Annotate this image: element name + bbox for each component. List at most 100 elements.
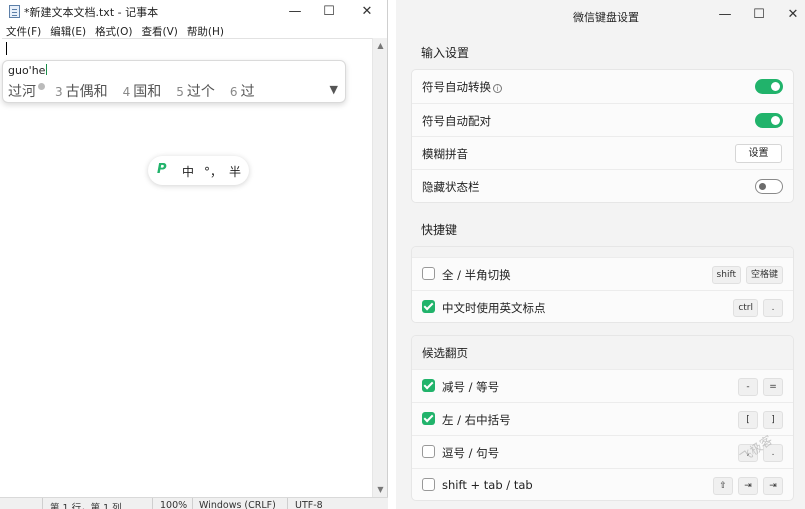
fuzzy-pinyin-settings-button[interactable]: 设置 — [735, 144, 782, 163]
paging-keys: [ ] — [733, 411, 783, 429]
setting-row-auto-pair: 符号自动配对 — [412, 103, 793, 136]
settings-close-button[interactable]: ✕ — [778, 4, 805, 26]
status-separator — [152, 498, 153, 509]
paging-label: 左 / 右中括号 — [442, 413, 511, 427]
notepad-statusbar: 第 1 行，第 1 列 100% Windows (CRLF) UTF-8 — [0, 497, 388, 509]
shift-key-icon[interactable]: ⇧ — [713, 477, 733, 495]
ime-candidate-list: 过河 3 古偶和 4 国和 5 过个 6过 — [8, 81, 270, 101]
key-badge[interactable]: = — [763, 378, 783, 396]
section-title-input: 输入设置 — [421, 46, 470, 60]
ime-candidate-number: 6 — [229, 85, 238, 99]
ime-candidate-mark-icon — [38, 83, 45, 90]
menu-help[interactable]: 帮助(H) — [181, 22, 227, 39]
shortcut-label: 全 / 半角切换 — [442, 268, 511, 282]
ime-status-bar[interactable]: P 中 °， 半 — [148, 156, 249, 185]
ime-candidate-text: 过 — [240, 84, 255, 100]
paging-card: 候选翻页 减号 / 等号 - = 左 / 右中括号 [ ] 逗号 / 句号 , … — [411, 335, 794, 501]
wechat-keyboard-logo-icon: P — [157, 162, 167, 177]
key-badge[interactable]: 空格键 — [745, 266, 783, 284]
menu-format[interactable]: 格式(O) — [89, 22, 135, 39]
shift-tab-checkbox[interactable] — [422, 478, 435, 491]
fullhalf-checkbox[interactable] — [422, 267, 435, 280]
shortcut-label: 中文时使用英文标点 — [442, 301, 546, 315]
settings-titlebar[interactable]: 微信键盘设置 — ☐ ✕ — [396, 0, 805, 30]
settings-minimize-button[interactable]: — — [710, 4, 740, 26]
ime-candidate-text: 过个 — [186, 84, 215, 100]
status-line-ending: Windows (CRLF) — [199, 500, 276, 509]
brackets-checkbox[interactable] — [422, 412, 435, 425]
scroll-up-arrow-icon[interactable]: ▲ — [373, 40, 388, 52]
setting-row-hide-statusbar: 隐藏状态栏 — [412, 169, 793, 202]
vertical-scrollbar[interactable]: ▲ ▼ — [372, 38, 387, 498]
paging-keys: ⇧ ⇥ ⇥ — [708, 477, 783, 495]
setting-row-fuzzy-pinyin: 模糊拼音 设置 — [412, 136, 793, 169]
ime-candidate-1[interactable]: 过河 — [8, 81, 45, 101]
shortcut-keys: ctrl . — [728, 299, 783, 317]
paging-row-brackets: 左 / 右中括号 [ ] — [412, 402, 793, 435]
notepad-close-button[interactable]: ✕ — [350, 0, 384, 22]
notepad-doc-icon — [9, 5, 20, 18]
menu-edit[interactable]: 编辑(E) — [44, 22, 89, 39]
comma-period-checkbox[interactable] — [422, 445, 435, 458]
status-zoom: 100% — [160, 500, 188, 509]
minus-equal-checkbox[interactable] — [422, 379, 435, 392]
notepad-maximize-button[interactable]: ☐ — [312, 0, 346, 22]
key-badge[interactable]: [ — [738, 411, 758, 429]
shortcut-row-fullhalf: 全 / 半角切换 shift 空格键 — [412, 257, 793, 290]
paging-card-header: 候选翻页 — [412, 336, 793, 369]
menu-file[interactable]: 文件(F) — [0, 22, 44, 39]
setting-label-text: 符号自动转换 — [422, 80, 491, 94]
settings-window: 微信键盘设置 — ☐ ✕ 输入设置 符号自动转换 i 符号自动配对 模糊拼音 设置… — [396, 0, 805, 509]
shortcut-keys: shift 空格键 — [707, 266, 783, 284]
status-separator — [42, 498, 43, 509]
ime-candidate-number: 3 — [55, 85, 63, 99]
ime-candidate-text: 国和 — [133, 84, 162, 100]
notepad-window: *新建文本文档.txt - 记事本 — ☐ ✕ 文件(F) 编辑(E) 格式(O… — [0, 0, 388, 509]
hide-statusbar-toggle[interactable] — [755, 179, 783, 194]
ime-candidate-5[interactable]: 5 过个 — [176, 81, 215, 101]
ime-pinyin-text: guo'he — [8, 64, 46, 77]
scroll-down-arrow-icon[interactable]: ▼ — [373, 484, 388, 496]
paging-label: 逗号 / 句号 — [442, 446, 500, 460]
chevron-down-icon[interactable]: ▼ — [330, 83, 338, 96]
setting-label: 模糊拼音 — [422, 147, 468, 161]
shortcut-card-header — [412, 247, 793, 257]
ime-punct-toggle[interactable]: °， — [204, 163, 222, 180]
ime-candidate-number: 4 — [122, 85, 131, 99]
key-badge[interactable]: ctrl — [733, 299, 758, 317]
tab-key-icon[interactable]: ⇥ — [738, 477, 758, 495]
key-badge[interactable]: ] — [763, 411, 783, 429]
ime-candidate-window: guo'he 过河 3 古偶和 4 国和 5 过个 6过 ▼ — [2, 60, 346, 103]
key-badge[interactable]: . — [763, 299, 783, 317]
ime-candidate-text: 古偶和 — [65, 84, 108, 100]
ime-candidate-text: 过河 — [8, 84, 36, 100]
en-punct-checkbox[interactable] — [422, 300, 435, 313]
setting-label: 符号自动转换 i — [422, 79, 502, 95]
key-badge[interactable]: shift — [711, 266, 741, 284]
notepad-titlebar[interactable]: *新建文本文档.txt - 记事本 — ☐ ✕ — [0, 0, 388, 22]
ime-candidate-4[interactable]: 4 国和 — [123, 81, 162, 101]
auto-pair-toggle[interactable] — [755, 113, 783, 128]
settings-maximize-button[interactable]: ☐ — [744, 4, 774, 26]
ime-caret — [46, 64, 48, 75]
setting-label: 隐藏状态栏 — [422, 180, 480, 194]
ime-candidate-6[interactable]: 6过 — [230, 81, 255, 101]
status-separator — [192, 498, 193, 509]
notepad-text-area[interactable] — [2, 38, 372, 498]
ime-width-toggle[interactable]: 半 — [229, 163, 241, 180]
shortcut-card: 全 / 半角切换 shift 空格键 中文时使用英文标点 ctrl . — [411, 246, 794, 323]
info-icon[interactable]: i — [493, 84, 502, 93]
key-badge[interactable]: - — [738, 378, 758, 396]
menu-view[interactable]: 查看(V) — [136, 22, 181, 39]
tab-key-icon[interactable]: ⇥ — [763, 477, 783, 495]
ime-candidate-3[interactable]: 3 古偶和 — [55, 81, 108, 101]
auto-convert-toggle[interactable] — [755, 79, 783, 94]
text-caret — [6, 42, 7, 55]
status-encoding: UTF-8 — [295, 500, 323, 509]
paging-label: 减号 / 等号 — [442, 380, 500, 394]
ime-mode-toggle[interactable]: 中 — [182, 163, 194, 180]
paging-keys: - = — [733, 378, 783, 396]
notepad-title: *新建文本文档.txt - 记事本 — [24, 6, 159, 19]
ime-pinyin-composition: guo'he — [8, 64, 48, 77]
notepad-minimize-button[interactable]: — — [278, 0, 312, 22]
